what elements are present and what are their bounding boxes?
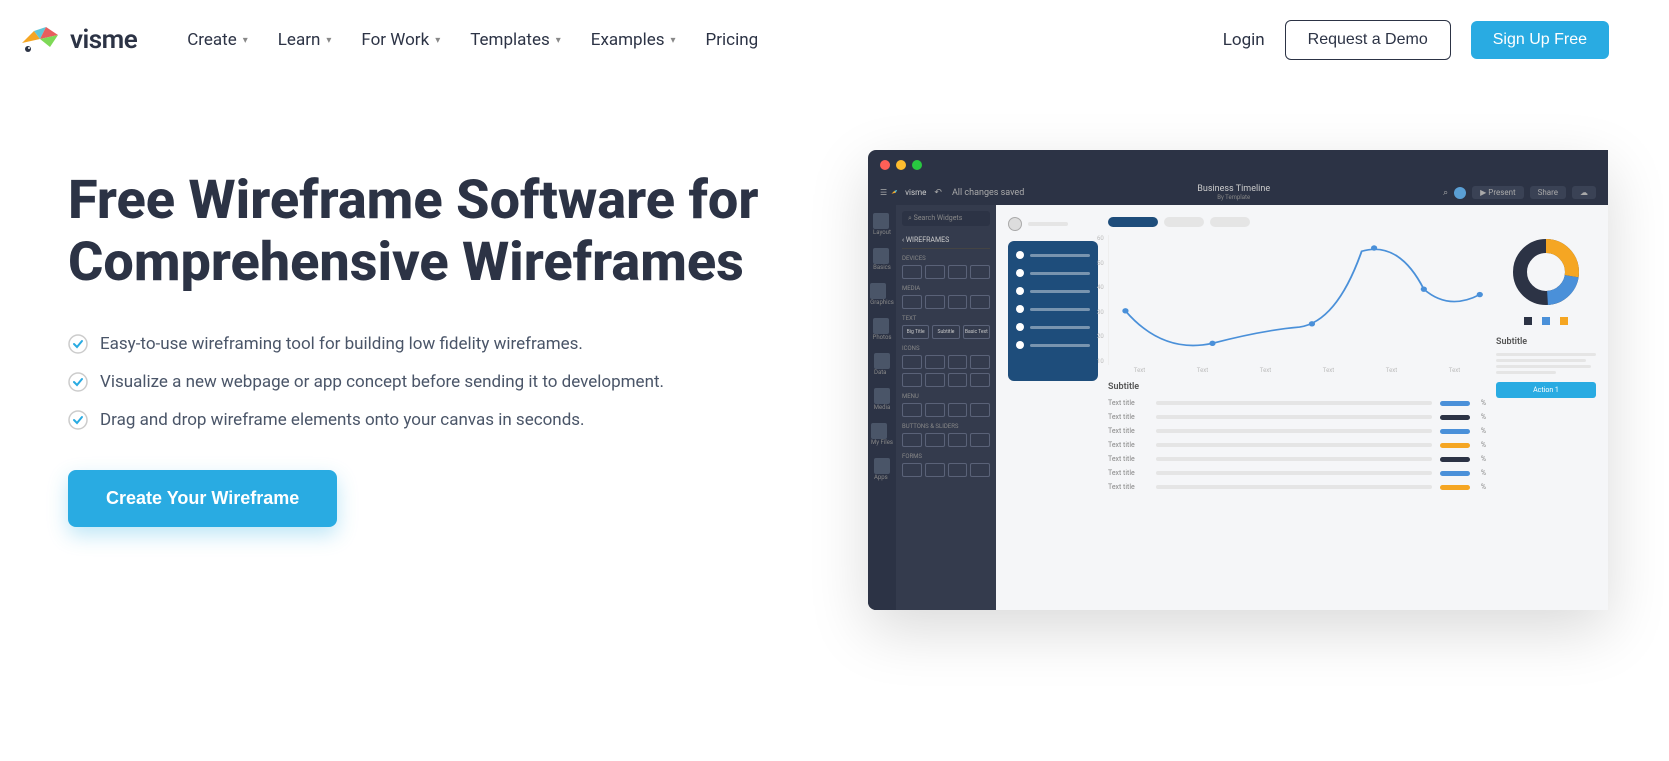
present-button: ▶ Present xyxy=(1472,186,1523,199)
login-link[interactable]: Login xyxy=(1223,30,1265,50)
sidebar-item: Media xyxy=(874,388,891,411)
app-topbar-actions: ⌕ ▶ Present Share ☁ xyxy=(1443,186,1596,199)
nav-pricing[interactable]: Pricing xyxy=(706,30,759,50)
app-logo: ☰ visme ↶ All changes saved xyxy=(880,188,1024,198)
donut-chart xyxy=(1511,237,1581,307)
main-nav: Create▾ Learn▾ For Work▾ Templates▾ Exam… xyxy=(187,30,758,50)
subtitle: Subtitle xyxy=(1108,382,1486,392)
close-icon xyxy=(880,160,890,170)
create-wireframe-button[interactable]: Create Your Wireframe xyxy=(68,470,337,527)
minimize-icon xyxy=(896,160,906,170)
document-title: Business Timeline By Template xyxy=(1024,184,1443,201)
feature-item: Drag and drop wireframe elements onto yo… xyxy=(68,410,768,430)
nav-learn[interactable]: Learn▾ xyxy=(278,30,332,50)
chevron-down-icon: ▾ xyxy=(326,35,331,46)
feature-list: Easy-to-use wireframing tool for buildin… xyxy=(68,334,768,430)
avatar xyxy=(1454,187,1466,199)
action-button: Action 1 xyxy=(1496,382,1596,398)
chevron-down-icon: ▾ xyxy=(671,35,676,46)
maximize-icon xyxy=(912,160,922,170)
line-chart: 605040302010 xyxy=(1108,235,1486,365)
request-demo-button[interactable]: Request a Demo xyxy=(1285,20,1451,60)
app-canvas: 605040302010 xyxy=(996,205,1608,610)
search-icon: ⌕ xyxy=(1443,188,1448,198)
window-controls xyxy=(868,150,1608,180)
app-body: Layout Basics Graphics Photos Data Media… xyxy=(868,205,1608,610)
share-button: Share xyxy=(1530,186,1566,199)
signup-button[interactable]: Sign Up Free xyxy=(1471,21,1609,59)
check-icon xyxy=(68,372,88,392)
nav-templates[interactable]: Templates▾ xyxy=(470,30,561,50)
panel-title: ‹ WIREFRAMES xyxy=(902,232,990,249)
data-table: Text title% Text title% Text title% Text… xyxy=(1108,396,1486,494)
canvas-left-column xyxy=(1008,217,1098,603)
navy-card xyxy=(1008,241,1098,381)
sidebar-item: Photos xyxy=(873,318,892,341)
sidebar-item: Graphics xyxy=(870,283,894,306)
main-header: visme Create▾ Learn▾ For Work▾ Templates… xyxy=(0,0,1669,80)
feature-item: Visualize a new webpage or app concept b… xyxy=(68,372,768,392)
check-icon xyxy=(68,334,88,354)
nav-forwork[interactable]: For Work▾ xyxy=(361,30,440,50)
right-subtitle: Subtitle xyxy=(1496,337,1596,347)
check-icon xyxy=(68,410,88,430)
download-button: ☁ xyxy=(1572,186,1596,199)
sidebar-item: My Files xyxy=(871,423,893,446)
hero-right: ☰ visme ↶ All changes saved Business Tim… xyxy=(808,170,1669,527)
hero-left: Free Wireframe Software for Comprehensiv… xyxy=(68,170,768,527)
logo-icon xyxy=(20,25,62,55)
avatar-placeholder xyxy=(1008,217,1022,231)
sidebar-item: Layout xyxy=(873,213,891,236)
wireframes-panel: ⌕ Search Widgets ‹ WIREFRAMES DEVICES ME… xyxy=(896,205,996,610)
nav-create[interactable]: Create▾ xyxy=(187,30,248,50)
header-right: Login Request a Demo Sign Up Free xyxy=(1223,20,1609,60)
chevron-down-icon: ▾ xyxy=(435,35,440,46)
hero-title: Free Wireframe Software for Comprehensiv… xyxy=(68,170,768,294)
logo-text: visme xyxy=(70,25,137,55)
header-left: visme Create▾ Learn▾ For Work▾ Templates… xyxy=(20,25,758,55)
tabs xyxy=(1108,217,1486,227)
sidebar-item: Data xyxy=(874,353,890,376)
app-sidebar: Layout Basics Graphics Photos Data Media… xyxy=(868,205,896,610)
app-topbar: ☰ visme ↶ All changes saved Business Tim… xyxy=(868,180,1608,205)
sidebar-item: Apps xyxy=(874,458,890,481)
nav-examples[interactable]: Examples▾ xyxy=(591,30,676,50)
canvas-center-column: 605040302010 xyxy=(1108,217,1486,603)
panel-search: ⌕ Search Widgets xyxy=(902,211,990,226)
hero-section: Free Wireframe Software for Comprehensiv… xyxy=(0,80,1669,527)
chart-legend xyxy=(1496,317,1596,325)
app-preview-window: ☰ visme ↶ All changes saved Business Tim… xyxy=(868,150,1608,610)
chevron-down-icon: ▾ xyxy=(556,35,561,46)
sidebar-item: Basics xyxy=(873,248,891,271)
chevron-down-icon: ▾ xyxy=(243,35,248,46)
feature-item: Easy-to-use wireframing tool for buildin… xyxy=(68,334,768,354)
logo[interactable]: visme xyxy=(20,25,137,55)
canvas-right-column: Subtitle Action 1 xyxy=(1496,217,1596,603)
